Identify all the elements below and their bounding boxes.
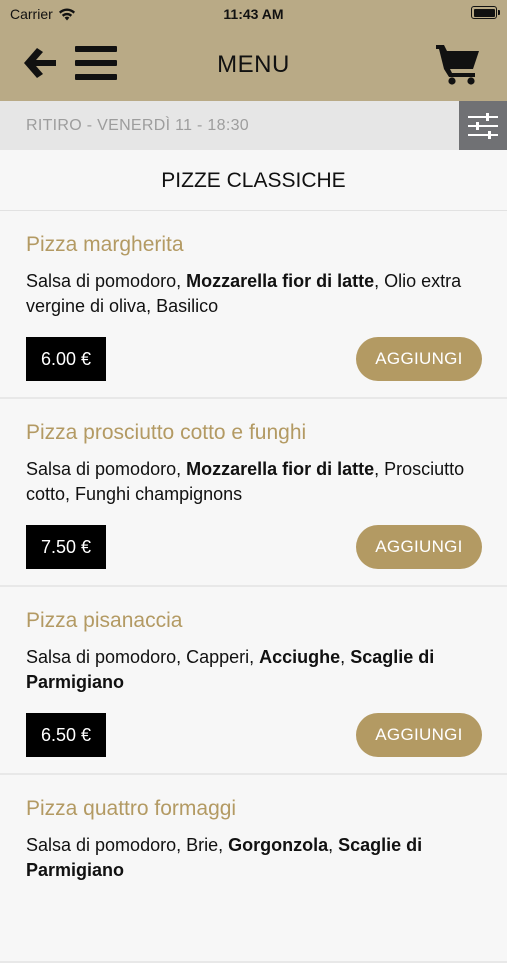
arrow-left-icon (24, 48, 56, 78)
status-bar: Carrier 11:43 AM (0, 0, 507, 28)
back-button[interactable] (22, 46, 58, 80)
item-price: 6.50 € (26, 713, 107, 757)
battery-icon (471, 6, 500, 19)
item-description: Salsa di pomodoro, Brie, Gorgonzola, Sca… (26, 835, 423, 880)
pickup-info: RITIRO - VENERDÌ 11 - 18:30 (26, 117, 249, 134)
item-price: 6.00 € (26, 337, 107, 381)
item-name: Pizza margherita (26, 233, 184, 256)
menu-item: Pizza pisanaccia Salsa di pomodoro, Capp… (0, 587, 507, 775)
sliders-icon (468, 112, 498, 139)
menu-item: Pizza quattro formaggi Salsa di pomodoro… (0, 775, 507, 963)
menu-item: Pizza prosciutto cotto e funghi Salsa di… (0, 399, 507, 587)
hamburger-icon (75, 46, 117, 80)
item-name: Pizza quattro formaggi (26, 797, 237, 820)
item-name: Pizza prosciutto cotto e funghi (26, 421, 307, 444)
add-button[interactable]: AGGIUNGI (356, 525, 482, 569)
add-button[interactable]: AGGIUNGI (356, 337, 482, 381)
status-time: 11:43 AM (223, 6, 284, 22)
menu-button[interactable] (75, 46, 117, 80)
item-name: Pizza pisanaccia (26, 609, 183, 632)
add-button[interactable]: AGGIUNGI (356, 713, 482, 757)
nav-bar: MENU (0, 28, 507, 101)
cart-button[interactable] (435, 43, 481, 85)
item-description: Salsa di pomodoro, Capperi, Acciughe, Sc… (26, 647, 435, 692)
item-price: 7.50 € (26, 525, 107, 569)
section-header: PIZZE CLASSICHE (0, 150, 507, 211)
menu-item: Pizza margherita Salsa di pomodoro, Mozz… (0, 211, 507, 399)
menu-item-list: Pizza margherita Salsa di pomodoro, Mozz… (0, 211, 507, 963)
item-description: Salsa di pomodoro, Mozzarella fior di la… (26, 459, 465, 504)
filter-button[interactable] (459, 101, 507, 150)
cart-icon (436, 45, 479, 85)
section-title: PIZZE CLASSICHE (161, 169, 346, 192)
item-description: Salsa di pomodoro, Mozzarella fior di la… (26, 271, 462, 316)
pickup-bar: RITIRO - VENERDÌ 11 - 18:30 (0, 101, 507, 150)
